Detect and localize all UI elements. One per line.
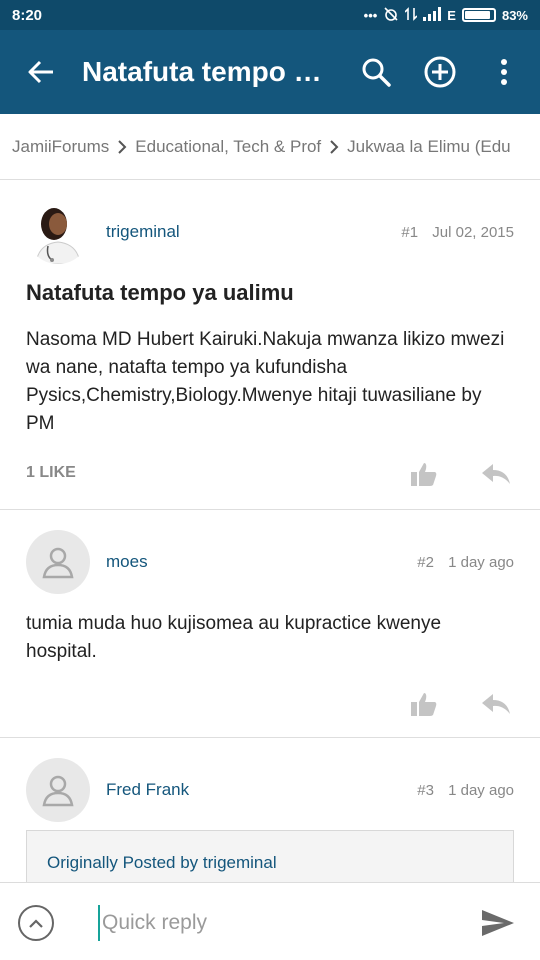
status-time: 8:20 — [12, 6, 43, 24]
post-header: Fred Frank #3 1 day ago — [26, 758, 514, 822]
post-date: 1 day ago — [448, 781, 514, 799]
data-transfer-icon — [404, 6, 418, 25]
quick-reply-bar — [0, 882, 540, 960]
quote-attribution[interactable]: Originally Posted by trigeminal — [47, 853, 277, 873]
overflow-menu-button[interactable] — [484, 52, 524, 92]
like-count[interactable]: 1 LIKE — [26, 464, 76, 482]
default-user-icon — [42, 775, 74, 807]
post-date: 1 day ago — [448, 553, 514, 571]
post-username[interactable]: Fred Frank — [106, 780, 189, 800]
avatar[interactable] — [26, 200, 90, 264]
status-bar: 8:20 ••• E 83% — [0, 0, 540, 30]
avatar[interactable] — [26, 530, 90, 594]
post-meta: #1 Jul 02, 2015 — [401, 224, 514, 241]
avatar[interactable] — [26, 758, 90, 822]
chevron-up-icon — [29, 919, 43, 928]
post-header: trigeminal #1 Jul 02, 2015 — [26, 200, 514, 264]
add-button[interactable] — [420, 52, 460, 92]
thumbs-up-icon — [411, 463, 437, 486]
reply-button[interactable] — [480, 460, 512, 488]
page-title: Natafuta tempo ya ualimu — [82, 56, 327, 87]
thread-title: Natafuta tempo ya ualimu — [26, 280, 294, 305]
send-button[interactable] — [478, 905, 518, 941]
post-1: trigeminal #1 Jul 02, 2015 Natafuta temp… — [0, 180, 540, 510]
battery-fill — [464, 11, 490, 19]
post-header: moes #2 1 day ago — [26, 530, 514, 594]
breadcrumb-item-educational[interactable]: Educational, Tech & Prof — [135, 137, 321, 157]
status-icons: ••• E 83% — [364, 6, 528, 25]
signal-icon — [423, 6, 442, 24]
chevron-right-icon — [329, 139, 339, 155]
more-vert-icon — [501, 59, 507, 85]
post-number[interactable]: #2 — [417, 554, 434, 571]
alarm-off-icon — [383, 6, 399, 25]
battery-icon — [461, 8, 496, 22]
post-meta: #2 1 day ago — [417, 554, 514, 571]
send-icon — [482, 910, 514, 936]
post-number[interactable]: #1 — [401, 224, 418, 241]
battery-percent: 83% — [501, 7, 528, 23]
reply-arrow-icon — [482, 694, 510, 714]
thumbs-up-icon — [411, 693, 437, 716]
app-toolbar: Natafuta tempo ya ualimu — [0, 30, 540, 114]
more-dots-icon: ••• — [363, 7, 378, 23]
back-arrow-icon — [28, 60, 53, 84]
chevron-right-icon — [117, 139, 127, 155]
expand-reply-button[interactable] — [18, 905, 54, 941]
search-button[interactable] — [356, 52, 396, 92]
breadcrumb-item-jukwaa[interactable]: Jukwaa la Elimu (Edu — [347, 137, 510, 157]
add-circle-icon — [424, 56, 456, 88]
post-username[interactable]: trigeminal — [106, 222, 180, 242]
post-meta: #3 1 day ago — [417, 782, 514, 799]
network-type: E — [447, 7, 456, 23]
back-button[interactable] — [0, 30, 82, 114]
quick-reply-input[interactable] — [98, 905, 458, 941]
quote-block: Originally Posted by trigeminal — [26, 830, 514, 890]
search-icon — [362, 58, 391, 87]
post-body: tumia muda huo kujisomea au kupractice k… — [26, 613, 442, 662]
reply-button[interactable] — [480, 690, 512, 718]
user-photo-icon — [35, 208, 81, 264]
post-username[interactable]: moes — [106, 552, 148, 572]
like-button[interactable] — [408, 460, 440, 488]
default-user-icon — [42, 547, 74, 579]
breadcrumb-item-jamiiforums[interactable]: JamiiForums — [12, 137, 109, 157]
reply-arrow-icon — [482, 464, 510, 484]
like-button[interactable] — [408, 690, 440, 718]
post-2: moes #2 1 day ago tumia muda huo kujisom… — [0, 510, 540, 738]
post-date: Jul 02, 2015 — [432, 223, 514, 241]
breadcrumb: JamiiForums Educational, Tech & Prof Juk… — [0, 114, 540, 180]
post-body: Nasoma MD Hubert Kairuki.Nakuja mwanza l… — [26, 329, 505, 434]
post-number[interactable]: #3 — [417, 782, 434, 799]
